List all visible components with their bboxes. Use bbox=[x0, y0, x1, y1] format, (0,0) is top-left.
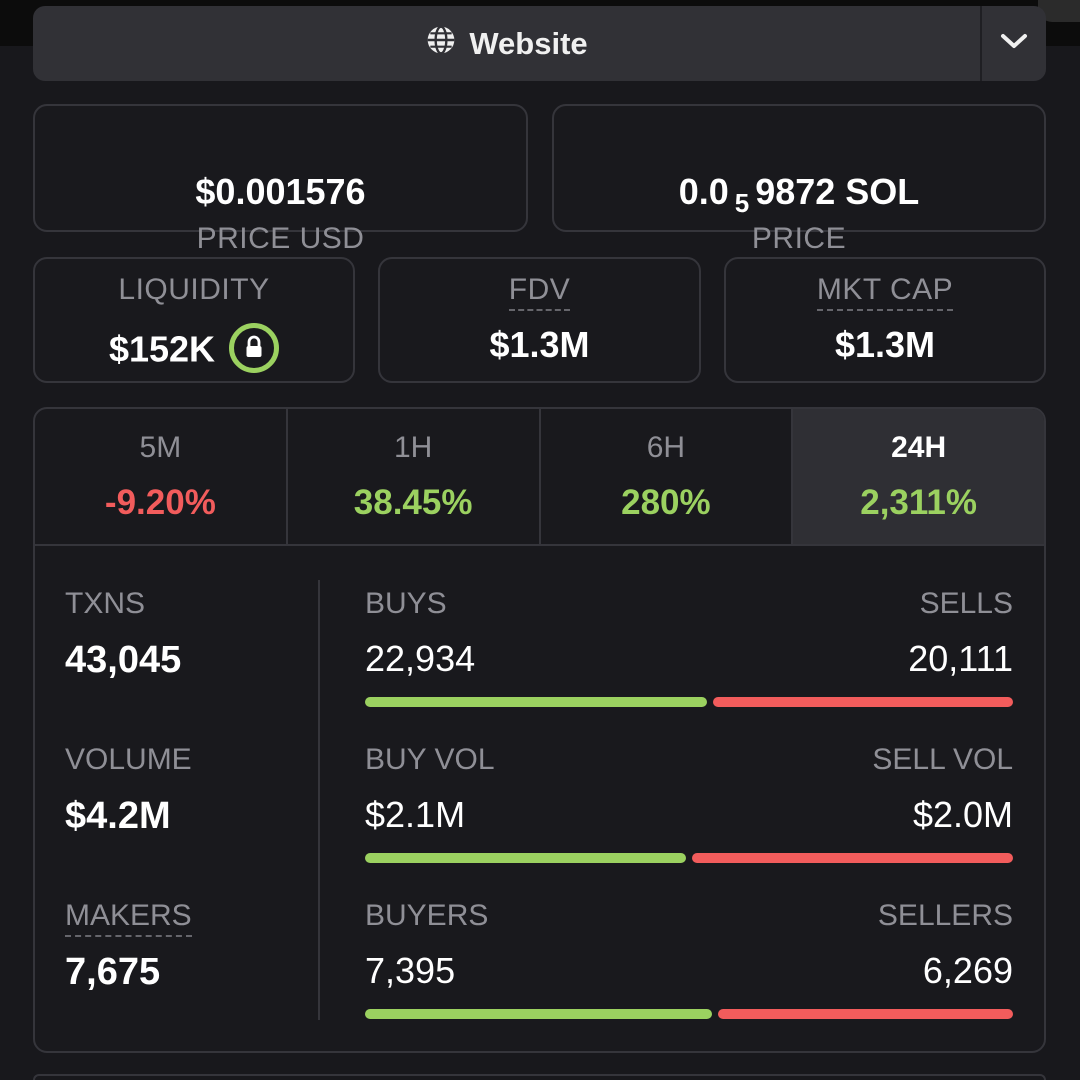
buyers-label: BUYERS bbox=[365, 899, 489, 932]
liquidity-label: LIQUIDITY bbox=[118, 273, 270, 306]
sells-label: SELLS bbox=[919, 587, 1013, 620]
website-dropdown: Website bbox=[33, 6, 1046, 81]
mkt-cap-value: $1.3M bbox=[834, 324, 936, 365]
price-sol-zero-count: 5 bbox=[734, 188, 750, 218]
fdv-value: $1.3M bbox=[489, 324, 590, 365]
website-label: Website bbox=[469, 25, 588, 61]
lock-icon[interactable] bbox=[229, 323, 280, 373]
buyers-sellers-stat: BUYERS SELLERS 7,395 6,269 bbox=[365, 901, 1013, 1019]
txns-label: TXNS bbox=[65, 587, 146, 620]
txns-stat: TXNS 43,045 bbox=[65, 587, 182, 681]
website-dropdown-toggle[interactable] bbox=[980, 6, 1046, 81]
price-usd-card: PRICE USD $0.001576 bbox=[33, 104, 528, 254]
makers-value: 7,675 bbox=[65, 951, 161, 993]
volume-split-bar bbox=[365, 853, 1013, 863]
mkt-cap-card: MKT CAP $1.3M bbox=[724, 257, 1046, 383]
price-sol-value: 0.0 5 9872 SOL bbox=[554, 171, 1044, 217]
buys-value: 22,934 bbox=[365, 638, 476, 679]
tab-6h-label: 6H bbox=[646, 431, 686, 464]
buy-vol-bar-segment bbox=[365, 853, 686, 863]
makers-label[interactable]: MAKERS bbox=[65, 901, 192, 937]
sellers-label: SELLERS bbox=[877, 899, 1013, 932]
buyers-value: 7,395 bbox=[365, 950, 456, 991]
txns-value: 43,045 bbox=[65, 639, 182, 681]
buy-vol-value: $2.1M bbox=[365, 794, 466, 835]
tab-1h-change: 38.45% bbox=[353, 483, 473, 522]
tab-24h[interactable]: 24H 2,311% bbox=[793, 409, 1044, 544]
mkt-cap-label[interactable]: MKT CAP bbox=[816, 275, 954, 311]
sells-value: 20,111 bbox=[908, 638, 1013, 679]
buyers-bar-segment bbox=[365, 1009, 713, 1019]
liquidity-value-row: $152K bbox=[35, 323, 353, 377]
makers-stat: MAKERS 7,675 bbox=[65, 901, 192, 991]
timeframe-tabs: 5M -9.20% 1H 38.45% 6H 280% 24H 2,311% bbox=[35, 409, 1044, 546]
volume-label: VOLUME bbox=[65, 743, 192, 776]
price-usd-label: PRICE USD bbox=[196, 222, 365, 255]
buys-label: BUYS bbox=[365, 587, 447, 620]
stats-panel: 5M -9.20% 1H 38.45% 6H 280% 24H 2,311% T… bbox=[33, 407, 1046, 1053]
tab-5m-change: -9.20% bbox=[104, 483, 216, 522]
sellers-value: 6,269 bbox=[922, 950, 1013, 991]
tab-1h-label: 1H bbox=[393, 431, 433, 464]
tab-5m[interactable]: 5M -9.20% bbox=[35, 409, 288, 544]
next-card-edge bbox=[33, 1074, 1046, 1080]
website-button[interactable]: Website bbox=[33, 6, 980, 81]
tab-6h-change: 280% bbox=[621, 483, 711, 522]
sells-bar-segment bbox=[713, 697, 1013, 707]
buyers-sellers-bar bbox=[365, 1009, 1013, 1019]
fdv-card: FDV $1.3M bbox=[378, 257, 701, 383]
globe-icon bbox=[425, 24, 457, 64]
liquidity-card: LIQUIDITY $152K bbox=[33, 257, 355, 383]
stats-divider bbox=[318, 580, 320, 1020]
tab-6h[interactable]: 6H 280% bbox=[541, 409, 794, 544]
price-usd-value: $0.001576 bbox=[195, 171, 366, 212]
tab-1h[interactable]: 1H 38.45% bbox=[288, 409, 541, 544]
tab-24h-change: 2,311% bbox=[860, 483, 978, 522]
buys-sells-stat: BUYS SELLS 22,934 20,111 bbox=[365, 589, 1013, 707]
fdv-label[interactable]: FDV bbox=[508, 275, 571, 311]
sell-vol-bar-segment bbox=[692, 853, 1013, 863]
token-stats-page: Website PRICE USD $0.001576 PRICE 0.0 5 98… bbox=[0, 0, 1080, 1080]
buy-vol-label: BUY VOL bbox=[365, 743, 495, 776]
sell-vol-label: SELL VOL bbox=[872, 743, 1013, 776]
volume-value: $4.2M bbox=[65, 795, 171, 837]
txn-stats: TXNS 43,045 VOLUME $4.2M MAKERS 7,675 BU… bbox=[35, 546, 1044, 1051]
buys-sells-bar bbox=[365, 697, 1013, 707]
price-sol-digits: 9872 SOL bbox=[755, 171, 920, 212]
tab-5m-label: 5M bbox=[139, 431, 182, 464]
price-sol-label: PRICE bbox=[751, 222, 847, 255]
price-sol-card: PRICE 0.0 5 9872 SOL bbox=[552, 104, 1046, 254]
volume-split-stat: BUY VOL SELL VOL $2.1M $2.0M bbox=[365, 745, 1013, 863]
price-sol-prefix: 0.0 bbox=[678, 171, 729, 212]
volume-stat: VOLUME $4.2M bbox=[65, 743, 192, 837]
liquidity-value: $152K bbox=[108, 328, 216, 370]
sell-vol-value: $2.0M bbox=[912, 794, 1013, 835]
buys-bar-segment bbox=[365, 697, 708, 707]
chevron-down-icon bbox=[999, 31, 1029, 56]
tab-24h-label: 24H bbox=[891, 431, 947, 464]
sellers-bar-segment bbox=[718, 1009, 1013, 1019]
